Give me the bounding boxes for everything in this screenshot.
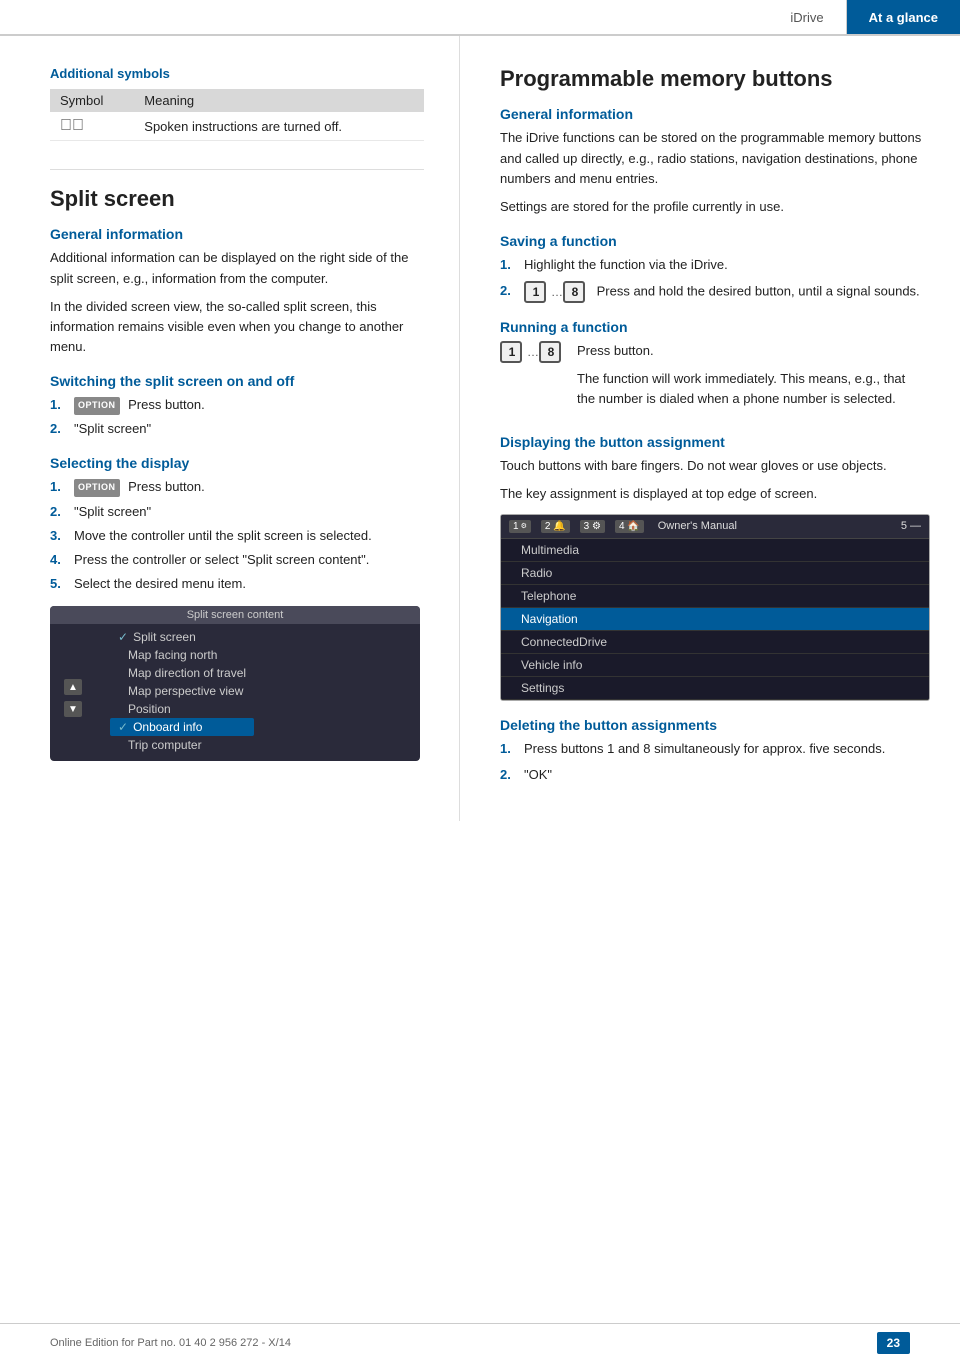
additional-symbols-section: Additional symbols Symbol Meaning ✓⃠ Spo… bbox=[50, 66, 424, 141]
btn-box-2: 2 🔔 bbox=[541, 520, 570, 533]
header: iDrive At a glance bbox=[0, 0, 960, 36]
selecting-steps: 1. OPTION Press button. 2. "Split screen… bbox=[50, 477, 424, 594]
list-item: 1. Highlight the function via the iDrive… bbox=[500, 255, 925, 275]
displaying-subtitle: Displaying the button assignment bbox=[500, 434, 925, 450]
saving-function-subtitle: Saving a function bbox=[500, 233, 925, 249]
running-text-2: The function will work immediately. This… bbox=[577, 369, 925, 409]
memory-button-8: 8 bbox=[563, 281, 585, 303]
split-screen-title-bar: Split screen content bbox=[50, 606, 420, 624]
btn-num-1: 1⚙ bbox=[509, 520, 531, 533]
option-button-icon: OPTION bbox=[74, 479, 120, 497]
footer: Online Edition for Part no. 01 40 2 956 … bbox=[0, 1323, 960, 1362]
mem-btn-1-icon: 1 … 8 bbox=[524, 281, 588, 303]
prog-general-info-p1: The iDrive functions can be stored on th… bbox=[500, 128, 925, 188]
symbol-col-header: Symbol bbox=[50, 89, 134, 112]
split-screen-image: Split screen content ▲ ▼ ✓ Split screen … bbox=[50, 606, 420, 761]
running-function-subtitle: Running a function bbox=[500, 319, 925, 335]
mem-btn-run-icon: 1 … 8 bbox=[500, 341, 564, 363]
memory-button-8-run: 8 bbox=[539, 341, 561, 363]
additional-symbols-title: Additional symbols bbox=[50, 66, 424, 81]
btn-assign-menu: Multimedia Radio Telephone Navigation Co… bbox=[501, 539, 929, 700]
option-button-icon: OPTION bbox=[74, 397, 120, 415]
split-menu-item: Position bbox=[110, 700, 254, 718]
button-assignment-screen: 1⚙ 2 🔔 3 ⚙ 4 🏠 Owner's Manual 5 — Multim… bbox=[500, 514, 930, 701]
meaning-col-header: Meaning bbox=[134, 89, 424, 112]
list-item: 2. 1 … 8 Press and hold the desired butt… bbox=[500, 281, 925, 303]
programmable-buttons-title: Programmable memory buttons bbox=[500, 66, 925, 92]
list-item: 1. OPTION Press button. bbox=[50, 477, 424, 497]
split-menu-item-onboard: ✓ Onboard info bbox=[110, 718, 254, 736]
displaying-p1: Touch buttons with bare fingers. Do not … bbox=[500, 456, 925, 476]
btn-num-4: 4 🏠 bbox=[615, 520, 644, 533]
list-item: 3. Move the controller until the split s… bbox=[50, 526, 424, 546]
displaying-p2: The key assignment is displayed at top e… bbox=[500, 484, 925, 504]
list-item: 4. Press the controller or select "Split… bbox=[50, 550, 424, 570]
footer-page-number: 23 bbox=[877, 1332, 910, 1354]
list-item: 2. "Split screen" bbox=[50, 419, 424, 439]
btn-num-5: 5 — bbox=[901, 520, 921, 532]
switching-subtitle: Switching the split screen on and off bbox=[50, 373, 424, 389]
deleting-subtitle: Deleting the button assignments bbox=[500, 717, 925, 733]
split-general-info-p1: Additional information can be displayed … bbox=[50, 248, 424, 288]
memory-button-1: 1 bbox=[524, 281, 546, 303]
screen-top-bar: 1⚙ 2 🔔 3 ⚙ 4 🏠 Owner's Manual 5 — bbox=[501, 515, 929, 539]
owners-manual-label: Owner's Manual bbox=[658, 520, 737, 532]
menu-item-settings: Settings bbox=[501, 677, 929, 700]
main-content: Additional symbols Symbol Meaning ✓⃠ Spo… bbox=[0, 36, 960, 821]
deleting-steps: 1. Press buttons 1 and 8 simultaneously … bbox=[500, 739, 925, 785]
list-item: 5. Select the desired menu item. bbox=[50, 574, 424, 594]
menu-item-vehicle-info: Vehicle info bbox=[501, 654, 929, 677]
menu-item-radio: Radio bbox=[501, 562, 929, 585]
header-tab-at-a-glance[interactable]: At a glance bbox=[846, 0, 960, 34]
symbol-cell: ✓⃠ bbox=[50, 112, 134, 141]
mute-icon: ✓⃠ bbox=[60, 117, 84, 134]
nav-arrows: ▲ ▼ bbox=[64, 679, 82, 717]
btn-box-1: 1⚙ bbox=[509, 520, 531, 533]
running-function-content: 1 … 8 Press button. The function will wo… bbox=[500, 341, 925, 417]
switching-steps: 1. OPTION Press button. 2. "Split screen… bbox=[50, 395, 424, 439]
prog-general-info-subtitle: General information bbox=[500, 106, 925, 122]
list-item: 2. "Split screen" bbox=[50, 502, 424, 522]
menu-item-telephone: Telephone bbox=[501, 585, 929, 608]
symbols-table: Symbol Meaning ✓⃠ Spoken instructions ar… bbox=[50, 89, 424, 141]
btn-box-4: 4 🏠 bbox=[615, 520, 644, 533]
split-menu-item: ✓ Split screen bbox=[110, 628, 254, 646]
divider bbox=[50, 169, 424, 170]
split-menu-item: Map perspective view bbox=[110, 682, 254, 700]
right-column: Programmable memory buttons General info… bbox=[460, 36, 960, 821]
footer-text: Online Edition for Part no. 01 40 2 956 … bbox=[50, 1337, 291, 1349]
saving-steps: 1. Highlight the function via the iDrive… bbox=[500, 255, 925, 303]
btn-num-2: 2 🔔 bbox=[541, 520, 570, 533]
btn-box-3: 3 ⚙ bbox=[580, 520, 605, 533]
menu-item-navigation: Navigation bbox=[501, 608, 929, 631]
split-menu-item: Map facing north bbox=[110, 646, 254, 664]
split-menu-item: Trip computer bbox=[110, 736, 254, 754]
prog-general-info-p2: Settings are stored for the profile curr… bbox=[500, 197, 925, 217]
list-item: 1. OPTION Press button. bbox=[50, 395, 424, 415]
btn-num-3: 3 ⚙ bbox=[580, 520, 605, 533]
list-item: 1. Press buttons 1 and 8 simultaneously … bbox=[500, 739, 925, 759]
header-idrive-label: iDrive bbox=[768, 0, 845, 34]
check-icon: ✓ bbox=[118, 630, 128, 644]
split-screen-title: Split screen bbox=[50, 186, 424, 212]
arrow-down-icon: ▼ bbox=[64, 701, 82, 717]
table-row: ✓⃠ Spoken instructions are turned off. bbox=[50, 112, 424, 141]
menu-item-connecteddrive: ConnectedDrive bbox=[501, 631, 929, 654]
running-text-1: Press button. bbox=[577, 341, 925, 361]
split-menu-item: Map direction of travel bbox=[110, 664, 254, 682]
memory-button-1-run: 1 bbox=[500, 341, 522, 363]
check-icon: ✓ bbox=[118, 720, 128, 734]
menu-item-multimedia: Multimedia bbox=[501, 539, 929, 562]
split-general-info-p2: In the divided screen view, the so-calle… bbox=[50, 297, 424, 357]
meaning-cell: Spoken instructions are turned off. bbox=[134, 112, 424, 141]
arrow-up-icon: ▲ bbox=[64, 679, 82, 695]
split-general-info-subtitle: General information bbox=[50, 226, 424, 242]
left-column: Additional symbols Symbol Meaning ✓⃠ Spo… bbox=[0, 36, 460, 821]
selecting-subtitle: Selecting the display bbox=[50, 455, 424, 471]
list-item: 2. "OK" bbox=[500, 765, 925, 785]
